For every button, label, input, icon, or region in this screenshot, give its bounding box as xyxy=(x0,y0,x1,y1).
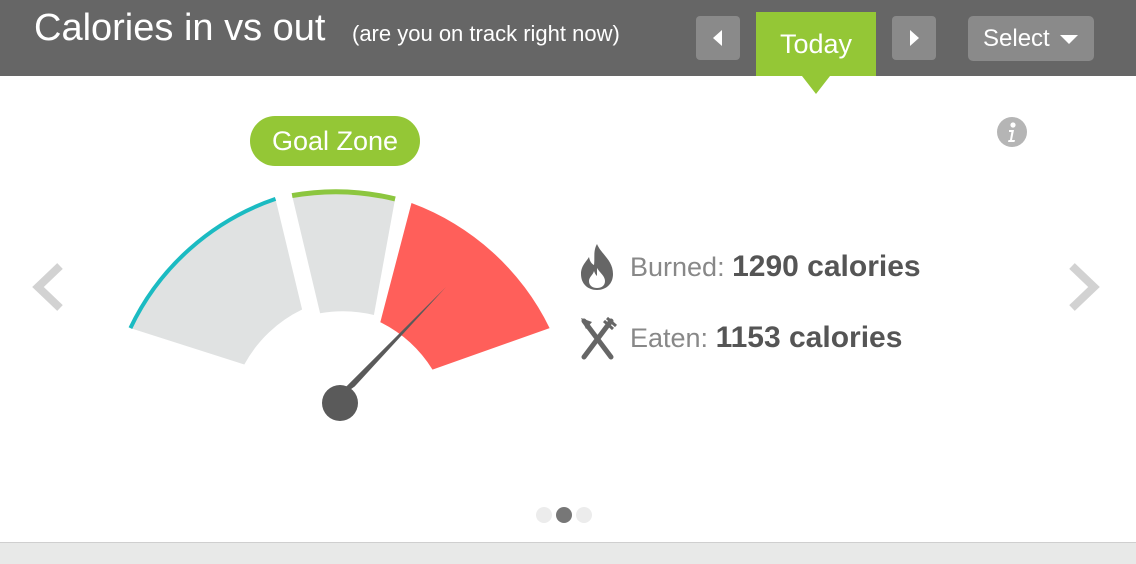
eaten-value: 1153 calories xyxy=(715,321,903,354)
gauge-segment-goal xyxy=(292,191,396,315)
page-title: Calories in vs out xyxy=(34,7,326,49)
info-icon[interactable] xyxy=(996,116,1028,148)
gauge-segment-under xyxy=(130,198,303,365)
calorie-gauge xyxy=(128,189,550,421)
today-tab-pointer xyxy=(802,76,830,94)
fork-knife-icon xyxy=(581,316,617,360)
pagination-dot[interactable] xyxy=(576,507,592,523)
next-day-button[interactable] xyxy=(892,16,936,60)
select-label: Select xyxy=(983,25,1050,52)
caret-right-icon xyxy=(910,30,919,46)
eaten-label: Eaten: xyxy=(630,323,709,353)
bottom-divider-bar xyxy=(0,542,1136,564)
page-subtitle: (are you on track right now) xyxy=(352,21,620,46)
gauge-segment-over xyxy=(380,203,550,370)
previous-slide-arrow[interactable] xyxy=(26,258,70,316)
pagination-dot[interactable] xyxy=(536,507,552,523)
tab-today[interactable]: Today xyxy=(756,12,876,76)
caret-left-icon xyxy=(713,30,722,46)
next-slide-arrow[interactable] xyxy=(1062,258,1106,316)
flame-icon xyxy=(581,244,613,290)
select-dropdown[interactable]: Select xyxy=(968,16,1094,61)
caret-down-icon xyxy=(1060,35,1078,44)
burned-value: 1290 calories xyxy=(732,250,921,283)
previous-day-button[interactable] xyxy=(696,16,740,60)
burned-label: Burned: xyxy=(630,252,725,282)
pagination-dot-active[interactable] xyxy=(556,507,572,523)
goal-zone-label: Goal Zone xyxy=(250,116,420,166)
header-bar: Calories in vs out (are you on track rig… xyxy=(0,0,1136,76)
pagination-dots xyxy=(536,507,596,528)
